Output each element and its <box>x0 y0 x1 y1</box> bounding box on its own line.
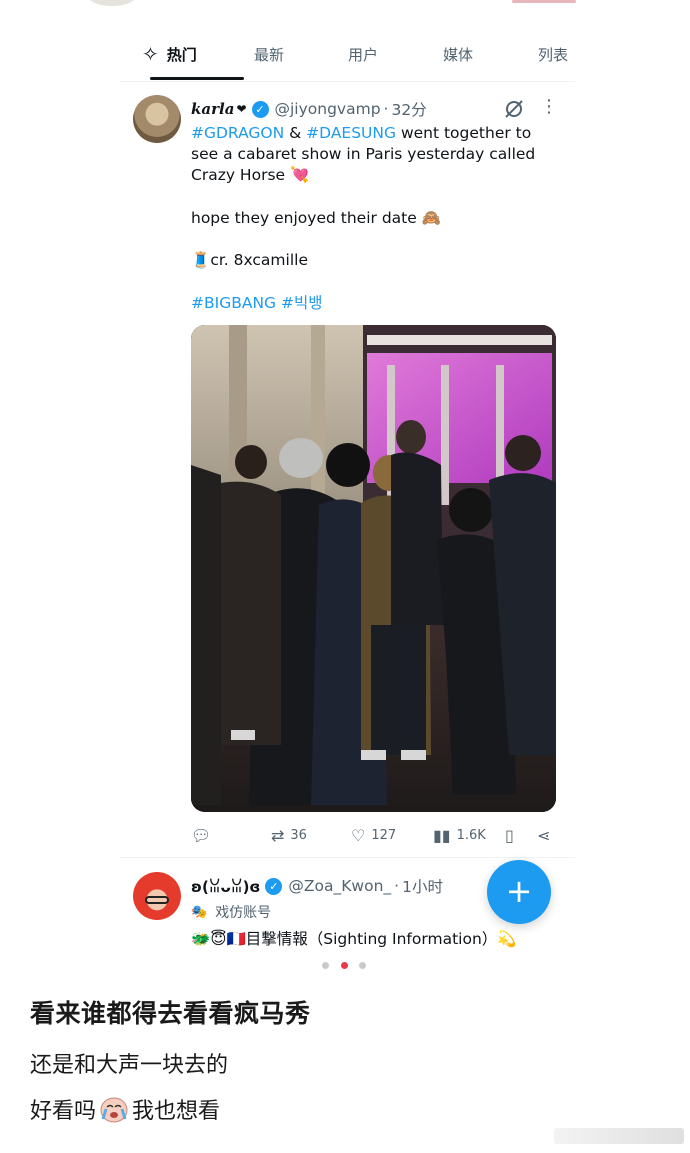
text: cr. 8xcamille <box>210 251 308 269</box>
heart-arrow-emoji-icon: 💘 <box>290 166 310 184</box>
tab-label: 列表 <box>538 45 569 64</box>
photo-image <box>191 325 556 812</box>
spool-emoji-icon: 🧵 <box>191 251 211 269</box>
reply-button[interactable]: 💬︎ <box>191 822 217 848</box>
crying-face-icon <box>100 1097 128 1123</box>
timestamp[interactable]: 1小时 <box>402 875 443 897</box>
watermark <box>554 1128 684 1144</box>
views-button[interactable]: ▮▮ 1.6K <box>433 822 486 848</box>
search-tabs: ✧ 热门 最新 用户 媒体 列表 <box>120 36 575 82</box>
active-tab-indicator <box>150 77 244 80</box>
monkey-emoji-icon: 🙈 <box>421 209 442 227</box>
bookmark-icon: ▯ <box>505 825 514 845</box>
avatar[interactable] <box>133 95 181 143</box>
separator-dot: · <box>394 877 400 895</box>
pagination-dot-active[interactable] <box>340 962 348 969</box>
tweet-paragraph: hope they enjoyed their date 🙈 <box>191 208 561 229</box>
view-count: 1.6K <box>456 827 486 843</box>
tweet-header: ʚ(ꈍᴗꈍ)ɞ ✓ @Zoa_Kwon_ · 1小时 <box>191 875 511 897</box>
parody-label-text: 戏仿账号 <box>215 905 272 921</box>
timestamp[interactable]: 32分 <box>391 98 426 120</box>
compose-fab-button[interactable]: + <box>487 860 551 924</box>
divider <box>120 857 575 858</box>
previous-content-edge <box>0 0 690 10</box>
parody-label: 🎭 戏仿账号 <box>191 902 271 922</box>
sparkle-icon: ✧ <box>142 42 159 66</box>
post-title: 看来谁都得去看看疯马秀 <box>30 999 311 1028</box>
text: hope they enjoyed their date <box>191 209 417 227</box>
hashtag-link[interactable]: #GDRAGON <box>191 124 284 142</box>
share-icon: ⋖ <box>537 825 551 845</box>
hashtag-link[interactable]: #빅뱅 <box>281 294 323 312</box>
tab-label: 媒体 <box>443 45 474 64</box>
previous-avatar-edge <box>88 0 136 6</box>
tab-lists[interactable]: 列表 <box>538 36 568 72</box>
tweet-text: 🐲😇🇫🇷目撃情報（Sighting Information）💫 <box>191 930 517 948</box>
display-name[interactable]: ʚ(ꈍᴗꈍ)ɞ <box>191 876 260 896</box>
verified-badge-icon: ✓ <box>265 877 283 895</box>
separator-dot: · <box>383 100 389 118</box>
heart-outline-icon: ♡ <box>351 825 366 845</box>
heart-icon: ❤ <box>236 102 247 116</box>
hashtag-link[interactable]: #DAESUNG <box>306 124 396 142</box>
tab-users[interactable]: 用户 <box>348 36 378 72</box>
retweet-count: 36 <box>290 827 307 843</box>
previous-bar-edge <box>512 0 576 3</box>
pagination-dot[interactable] <box>359 962 366 969</box>
handle[interactable]: @jiyongvamp <box>275 100 381 118</box>
post-text-fragment: 好看吗 <box>30 1099 97 1124</box>
tab-hot[interactable]: ✧ 热门 <box>142 36 244 80</box>
embedded-screenshot: ✧ 热门 最新 用户 媒体 列表 karla ❤ ✓ @jiyongvamp ·… <box>120 22 575 957</box>
share-button[interactable]: ⋖ <box>537 822 556 848</box>
handle[interactable]: @Zoa_Kwon_ <box>288 877 391 895</box>
verified-badge-icon: ✓ <box>251 100 269 118</box>
tweet-photo[interactable] <box>191 325 556 812</box>
tweet-paragraph: 🧵cr. 8xcamille <box>191 250 561 271</box>
reply-icon: 💬︎ <box>191 825 212 845</box>
bookmark-button[interactable]: ▯ <box>505 822 520 848</box>
display-name[interactable]: karla <box>191 100 234 118</box>
like-count: 127 <box>371 827 397 843</box>
tweet-paragraph: #BIGBANG #빅뱅 <box>191 293 561 314</box>
divider <box>120 81 575 82</box>
avatar[interactable] <box>133 872 181 920</box>
glasses-shape <box>145 896 169 904</box>
more-options-icon[interactable]: ⋮ <box>540 98 558 120</box>
bar-chart-icon: ▮▮ <box>433 825 451 845</box>
post-text-fragment: 我也想看 <box>132 1099 221 1124</box>
tab-media[interactable]: 媒体 <box>443 36 473 72</box>
tweet-text: #GDRAGON & #DAESUNG went together to see… <box>191 123 561 312</box>
mask-icon: 🎭 <box>191 904 208 920</box>
tab-label: 热门 <box>166 45 197 64</box>
tab-label: 最新 <box>254 45 285 64</box>
like-button[interactable]: ♡ 127 <box>351 822 396 848</box>
grok-icon[interactable] <box>503 98 525 120</box>
retweet-button[interactable]: ⇄ 36 <box>271 822 307 848</box>
hashtag-link[interactable]: #BIGBANG <box>191 294 276 312</box>
tab-label: 用户 <box>348 45 379 64</box>
pagination-dot[interactable] <box>322 962 329 969</box>
tweet-paragraph: #GDRAGON & #DAESUNG went together to see… <box>191 123 561 186</box>
tab-latest[interactable]: 最新 <box>254 36 284 72</box>
post-text-line: 还是和大声一块去的 <box>30 1053 229 1078</box>
post-text-line: 好看吗 我也想看 <box>30 1093 220 1125</box>
text: & <box>284 124 307 142</box>
pagination-dots <box>322 962 366 970</box>
retweet-icon: ⇄ <box>271 825 285 845</box>
tweet-actions: 💬︎ ⇄ 36 ♡ 127 ▮▮ 1.6K ▯ ⋖ <box>191 822 561 848</box>
